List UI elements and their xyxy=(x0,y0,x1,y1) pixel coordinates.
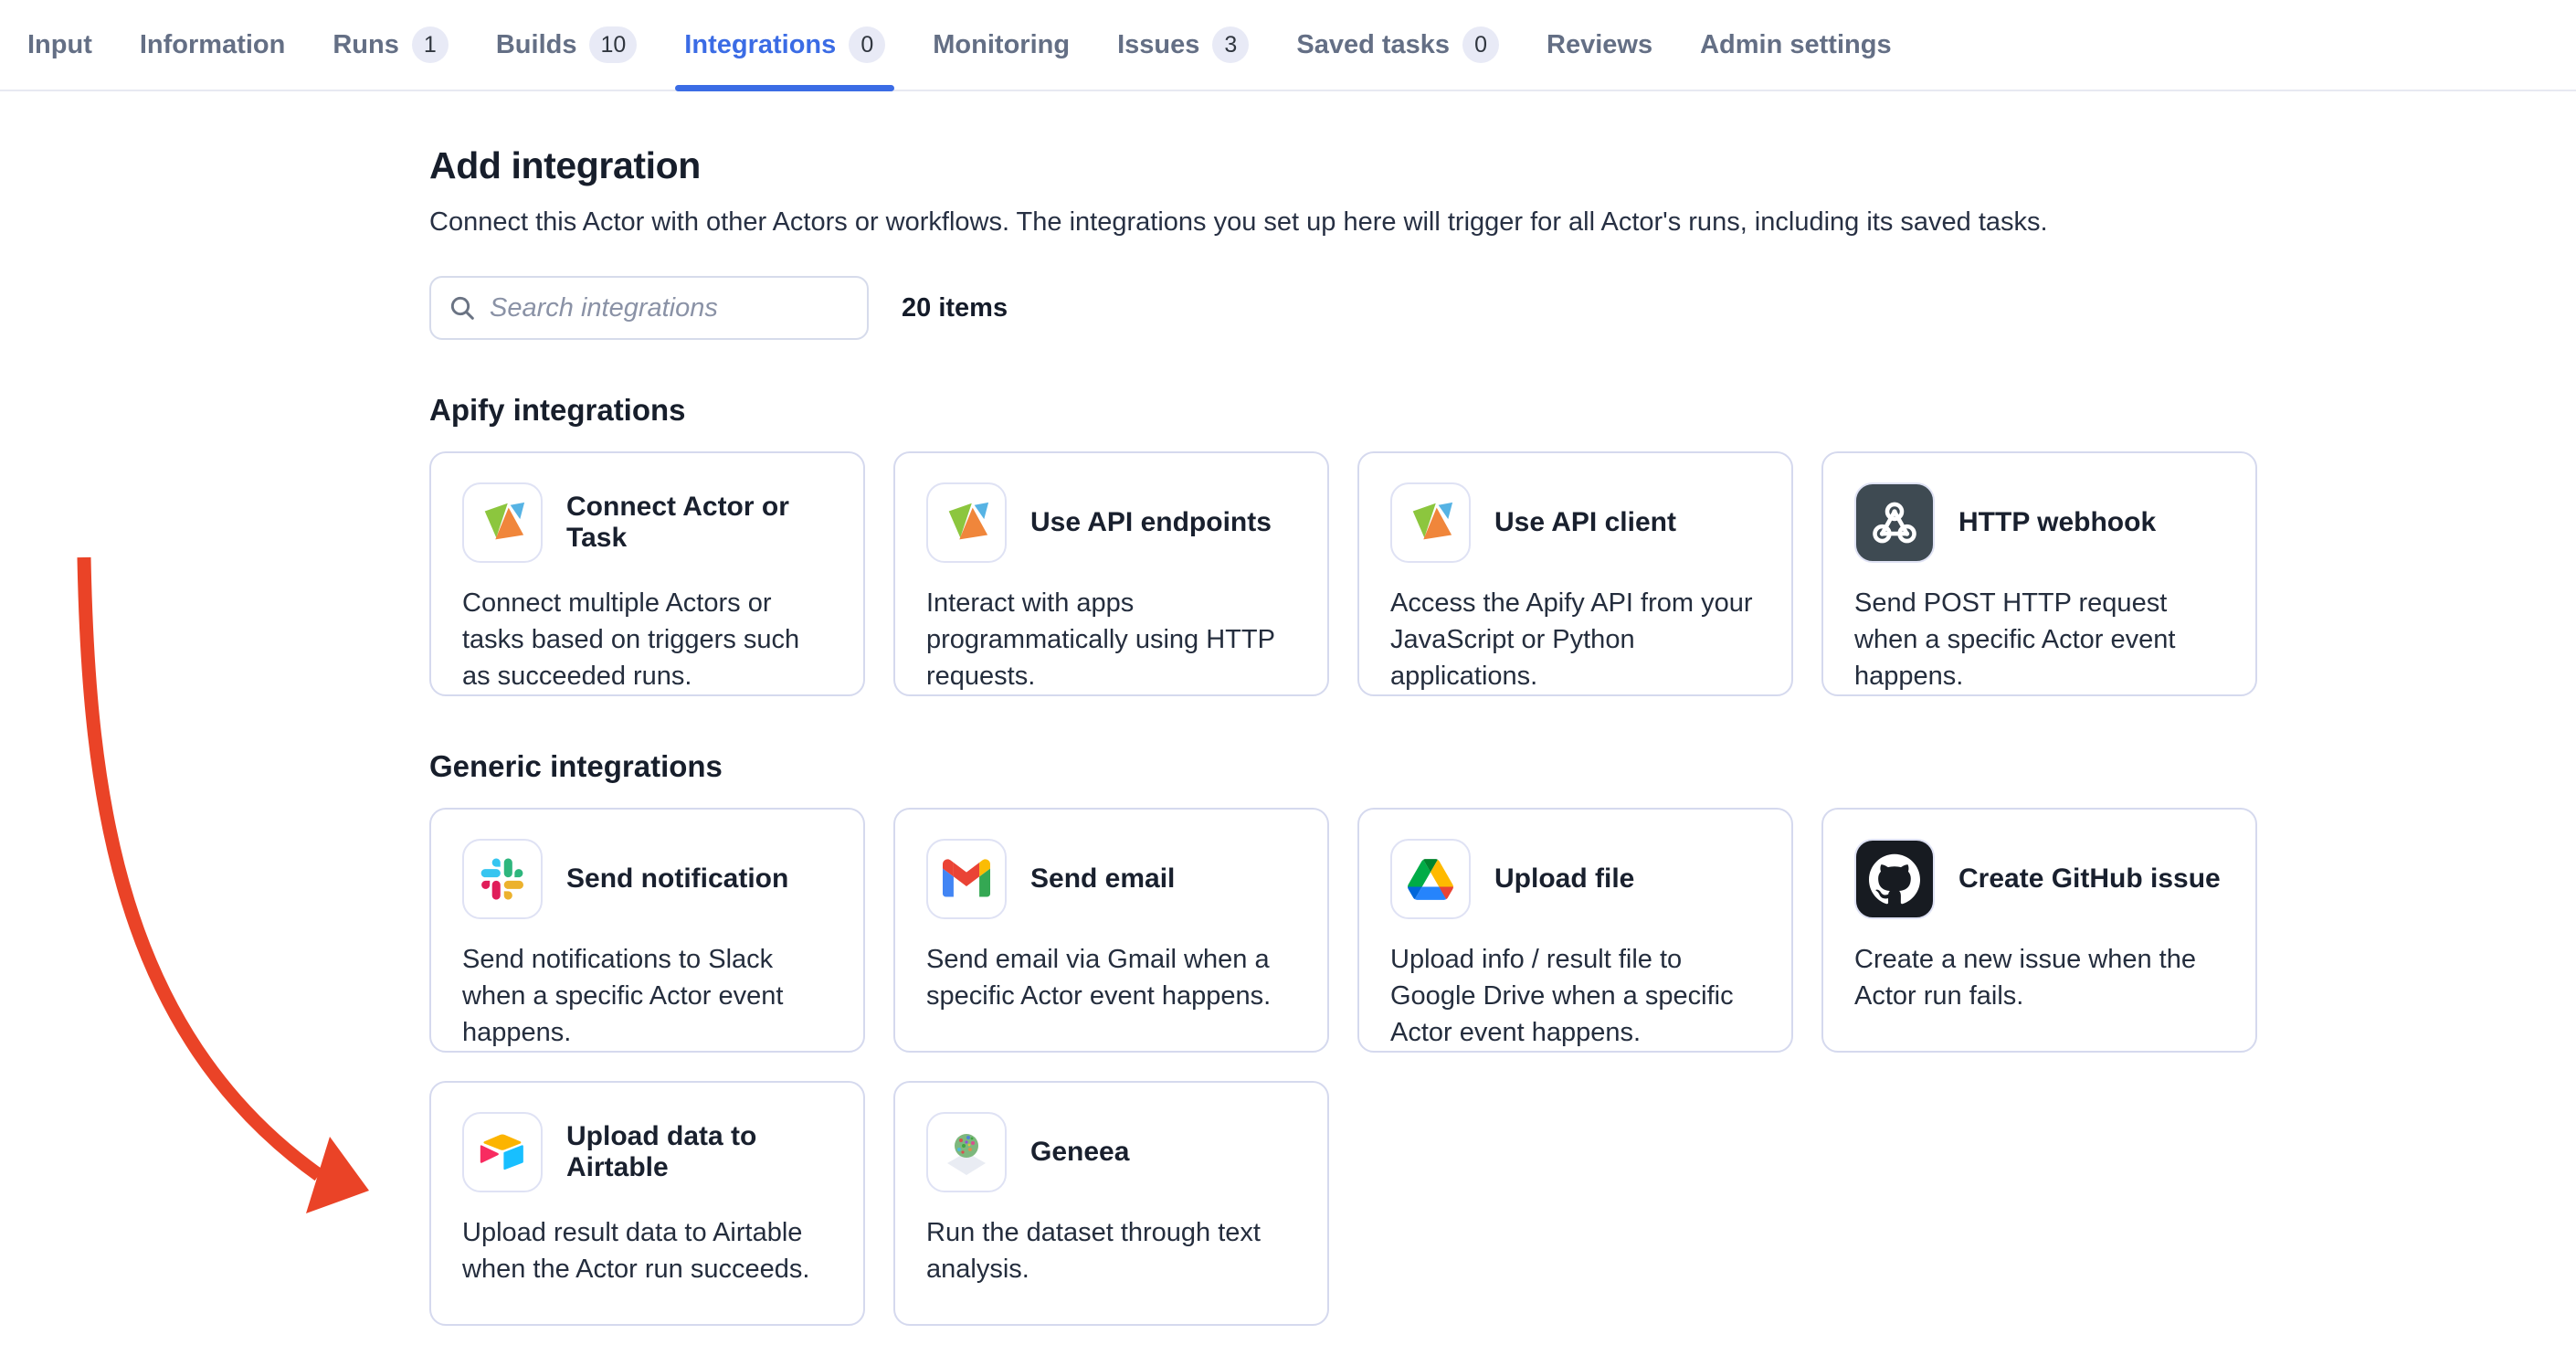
card-description: Create a new issue when the Actor run fa… xyxy=(1854,941,2224,1014)
tab-reviews[interactable]: Reviews xyxy=(1547,0,1652,90)
tab-monitoring[interactable]: Monitoring xyxy=(933,0,1070,90)
tab-saved-tasks[interactable]: Saved tasks 0 xyxy=(1296,0,1499,90)
search-input[interactable] xyxy=(490,293,850,323)
tab-admin-settings[interactable]: Admin settings xyxy=(1700,0,1891,90)
card-title: HTTP webhook xyxy=(1958,507,2156,538)
card-create-github-issue[interactable]: Create GitHub issue Create a new issue w… xyxy=(1821,808,2257,1053)
items-count: 20 items xyxy=(902,293,1008,323)
card-send-notification[interactable]: Send notification Send notifications to … xyxy=(429,808,865,1053)
card-upload-file[interactable]: Upload file Upload info / result file to… xyxy=(1357,808,1793,1053)
card-title: Geneea xyxy=(1030,1137,1129,1168)
card-description: Send notifications to Slack when a speci… xyxy=(462,941,832,1051)
apify-integrations-grid: Connect Actor or Task Connect multiple A… xyxy=(429,451,2576,696)
tab-label: Input xyxy=(27,30,92,60)
apify-logo-icon xyxy=(462,482,543,563)
card-use-api-client[interactable]: Use API client Access the Apify API from… xyxy=(1357,451,1793,696)
page-description: Connect this Actor with other Actors or … xyxy=(429,207,2576,238)
apify-logo-icon xyxy=(1390,482,1471,563)
tab-label: Admin settings xyxy=(1700,30,1891,60)
runs-count-badge: 1 xyxy=(412,26,449,63)
tab-label: Saved tasks xyxy=(1296,30,1450,60)
github-icon xyxy=(1854,839,1935,919)
card-title: Upload data to Airtable xyxy=(566,1121,832,1183)
card-description: Run the dataset through text analysis. xyxy=(926,1214,1296,1287)
webhook-icon xyxy=(1854,482,1935,563)
google-drive-icon xyxy=(1390,839,1471,919)
tab-input[interactable]: Input xyxy=(27,0,92,90)
tab-runs[interactable]: Runs 1 xyxy=(333,0,449,90)
tab-label: Issues xyxy=(1117,30,1199,60)
card-title: Create GitHub issue xyxy=(1958,863,2221,895)
builds-count-badge: 10 xyxy=(589,26,637,63)
tab-builds[interactable]: Builds 10 xyxy=(496,0,637,90)
tab-issues[interactable]: Issues 3 xyxy=(1117,0,1249,90)
card-description: Upload result data to Airtable when the … xyxy=(462,1214,832,1287)
tab-label: Builds xyxy=(496,30,577,60)
integrations-count-badge: 0 xyxy=(849,26,885,63)
tab-integrations[interactable]: Integrations 0 xyxy=(684,0,885,90)
page-title: Add integration xyxy=(429,144,2576,187)
search-row: 20 items xyxy=(429,276,2576,340)
saved-tasks-count-badge: 0 xyxy=(1462,26,1499,63)
search-icon xyxy=(448,293,477,323)
card-http-webhook[interactable]: HTTP webhook Send POST HTTP request when… xyxy=(1821,451,2257,696)
card-connect-actor-or-task[interactable]: Connect Actor or Task Connect multiple A… xyxy=(429,451,865,696)
card-title: Use API endpoints xyxy=(1030,507,1272,538)
card-description: Connect multiple Actors or tasks based o… xyxy=(462,585,832,694)
card-description: Access the Apify API from your JavaScrip… xyxy=(1390,585,1760,694)
card-title: Use API client xyxy=(1494,507,1676,538)
card-description: Send POST HTTP request when a specific A… xyxy=(1854,585,2224,694)
section-title-apify-integrations: Apify integrations xyxy=(429,393,2576,428)
card-send-email[interactable]: Send email Send email via Gmail when a s… xyxy=(893,808,1329,1053)
gmail-icon xyxy=(926,839,1007,919)
tab-label: Integrations xyxy=(684,30,836,60)
card-title: Send email xyxy=(1030,863,1175,895)
card-use-api-endpoints[interactable]: Use API endpoints Interact with apps pro… xyxy=(893,451,1329,696)
card-upload-data-to-airtable[interactable]: Upload data to Airtable Upload result da… xyxy=(429,1081,865,1326)
tab-label: Reviews xyxy=(1547,30,1652,60)
geneea-icon xyxy=(926,1112,1007,1192)
airtable-icon xyxy=(462,1112,543,1192)
card-title: Upload file xyxy=(1494,863,1634,895)
search-box[interactable] xyxy=(429,276,869,340)
tab-label: Monitoring xyxy=(933,30,1070,60)
tab-information[interactable]: Information xyxy=(140,0,286,90)
card-description: Interact with apps programmatically usin… xyxy=(926,585,1296,694)
apify-logo-icon xyxy=(926,482,1007,563)
integrations-panel: Add integration Connect this Actor with … xyxy=(0,91,2576,1326)
issues-count-badge: 3 xyxy=(1212,26,1249,63)
slack-icon xyxy=(462,839,543,919)
tab-label: Runs xyxy=(333,30,399,60)
card-geneea[interactable]: Geneea Run the dataset through text anal… xyxy=(893,1081,1329,1326)
card-description: Upload info / result file to Google Driv… xyxy=(1390,941,1760,1051)
card-title: Send notification xyxy=(566,863,788,895)
card-description: Send email via Gmail when a specific Act… xyxy=(926,941,1296,1014)
generic-integrations-grid: Send notification Send notifications to … xyxy=(429,808,2576,1326)
tab-label: Information xyxy=(140,30,286,60)
actor-tab-bar: Input Information Runs 1 Builds 10 Integra… xyxy=(0,0,2576,91)
section-title-generic-integrations: Generic integrations xyxy=(429,749,2576,784)
card-title: Connect Actor or Task xyxy=(566,492,832,554)
